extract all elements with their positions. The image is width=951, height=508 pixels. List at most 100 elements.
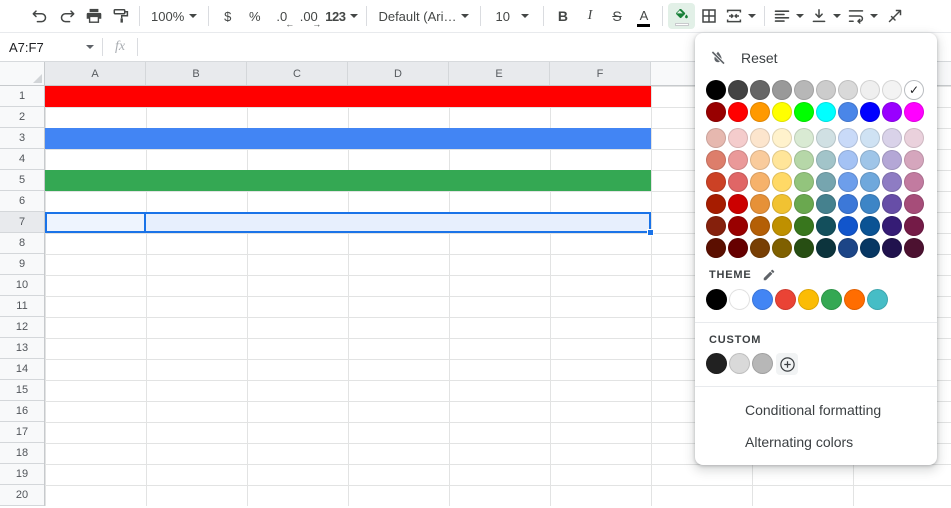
color-swatch[interactable] bbox=[728, 102, 748, 122]
color-swatch[interactable] bbox=[860, 102, 880, 122]
color-swatch[interactable] bbox=[838, 194, 858, 214]
color-swatch[interactable] bbox=[772, 128, 792, 148]
color-swatch[interactable] bbox=[882, 172, 902, 192]
column-header-E[interactable]: E bbox=[449, 62, 550, 85]
color-swatch[interactable] bbox=[706, 194, 726, 214]
row-header-13[interactable]: 13 bbox=[0, 338, 44, 359]
column-header-B[interactable]: B bbox=[146, 62, 247, 85]
column-header-C[interactable]: C bbox=[247, 62, 348, 85]
color-swatch[interactable] bbox=[860, 80, 880, 100]
color-swatch[interactable] bbox=[904, 238, 924, 258]
text-color-button[interactable]: A bbox=[630, 3, 657, 29]
selected-color-swatch[interactable]: ✓ bbox=[904, 80, 924, 100]
color-swatch[interactable] bbox=[816, 172, 836, 192]
active-cell[interactable] bbox=[45, 212, 146, 233]
zoom-control[interactable]: 100% bbox=[145, 3, 203, 29]
edit-pencil-icon[interactable] bbox=[762, 268, 776, 282]
color-swatch[interactable] bbox=[816, 216, 836, 236]
row-header-3[interactable]: 3 bbox=[0, 128, 44, 149]
color-swatch[interactable] bbox=[816, 80, 836, 100]
theme-color-swatch[interactable] bbox=[706, 289, 727, 310]
color-swatch[interactable] bbox=[860, 128, 880, 148]
row-header-12[interactable]: 12 bbox=[0, 317, 44, 338]
redo-button[interactable] bbox=[53, 3, 80, 29]
row-header-14[interactable]: 14 bbox=[0, 359, 44, 380]
color-swatch[interactable] bbox=[816, 238, 836, 258]
color-swatch[interactable] bbox=[772, 172, 792, 192]
color-swatch[interactable] bbox=[750, 128, 770, 148]
color-swatch[interactable] bbox=[772, 102, 792, 122]
color-swatch[interactable] bbox=[882, 150, 902, 170]
color-swatch[interactable] bbox=[794, 238, 814, 258]
color-swatch[interactable] bbox=[794, 150, 814, 170]
color-swatch[interactable] bbox=[794, 194, 814, 214]
color-swatch[interactable] bbox=[706, 150, 726, 170]
column-header-A[interactable]: A bbox=[45, 62, 146, 85]
color-swatch[interactable] bbox=[860, 150, 880, 170]
color-swatch[interactable] bbox=[706, 128, 726, 148]
row-header-8[interactable]: 8 bbox=[0, 233, 44, 254]
format-percent-button[interactable]: % bbox=[241, 3, 268, 29]
color-swatch[interactable] bbox=[904, 150, 924, 170]
filled-row-1[interactable] bbox=[45, 86, 651, 107]
color-swatch[interactable] bbox=[882, 216, 902, 236]
filled-row-5[interactable] bbox=[45, 170, 651, 191]
color-swatch[interactable] bbox=[882, 102, 902, 122]
row-header-17[interactable]: 17 bbox=[0, 422, 44, 443]
color-swatch[interactable] bbox=[706, 102, 726, 122]
row-header-16[interactable]: 16 bbox=[0, 401, 44, 422]
custom-color-swatch[interactable] bbox=[729, 353, 750, 374]
color-swatch[interactable] bbox=[706, 238, 726, 258]
color-swatch[interactable] bbox=[728, 172, 748, 192]
font-family-select[interactable]: Default (Ari… bbox=[372, 3, 475, 29]
borders-button[interactable] bbox=[695, 3, 722, 29]
bold-button[interactable]: B bbox=[549, 3, 576, 29]
row-header-1[interactable]: 1 bbox=[0, 86, 44, 107]
color-swatch[interactable] bbox=[904, 128, 924, 148]
row-header-6[interactable]: 6 bbox=[0, 191, 44, 212]
font-size-select[interactable]: 10 bbox=[486, 3, 538, 29]
color-swatch[interactable] bbox=[750, 172, 770, 192]
reset-button[interactable]: Reset bbox=[695, 41, 937, 75]
color-swatch[interactable] bbox=[816, 150, 836, 170]
color-swatch[interactable] bbox=[816, 194, 836, 214]
row-header-19[interactable]: 19 bbox=[0, 464, 44, 485]
color-swatch[interactable] bbox=[706, 172, 726, 192]
color-swatch[interactable] bbox=[860, 172, 880, 192]
color-swatch[interactable] bbox=[860, 216, 880, 236]
color-swatch[interactable] bbox=[772, 238, 792, 258]
color-swatch[interactable] bbox=[816, 128, 836, 148]
color-swatch[interactable] bbox=[794, 128, 814, 148]
color-swatch[interactable] bbox=[750, 216, 770, 236]
color-swatch[interactable] bbox=[794, 172, 814, 192]
color-swatch[interactable] bbox=[904, 194, 924, 214]
color-swatch[interactable] bbox=[728, 80, 748, 100]
color-swatch[interactable] bbox=[728, 150, 748, 170]
text-rotation-button[interactable] bbox=[881, 3, 908, 29]
color-swatch[interactable] bbox=[794, 80, 814, 100]
custom-color-swatch[interactable] bbox=[706, 353, 727, 374]
color-swatch[interactable] bbox=[794, 216, 814, 236]
color-swatch[interactable] bbox=[750, 102, 770, 122]
color-swatch[interactable] bbox=[728, 128, 748, 148]
color-swatch[interactable] bbox=[772, 150, 792, 170]
row-header-18[interactable]: 18 bbox=[0, 443, 44, 464]
row-header-20[interactable]: 20 bbox=[0, 485, 44, 506]
theme-color-swatch[interactable] bbox=[867, 289, 888, 310]
color-swatch[interactable] bbox=[750, 238, 770, 258]
row-header-5[interactable]: 5 bbox=[0, 170, 44, 191]
theme-color-swatch[interactable] bbox=[775, 289, 796, 310]
color-swatch[interactable] bbox=[750, 194, 770, 214]
color-swatch[interactable] bbox=[772, 80, 792, 100]
color-swatch[interactable] bbox=[838, 172, 858, 192]
row-header-11[interactable]: 11 bbox=[0, 296, 44, 317]
theme-color-swatch[interactable] bbox=[752, 289, 773, 310]
row-header-9[interactable]: 9 bbox=[0, 254, 44, 275]
theme-color-swatch[interactable] bbox=[821, 289, 842, 310]
paint-format-button[interactable] bbox=[107, 3, 134, 29]
theme-color-swatch[interactable] bbox=[798, 289, 819, 310]
strikethrough-button[interactable]: S bbox=[603, 3, 630, 29]
select-all-corner[interactable] bbox=[0, 62, 45, 86]
color-swatch[interactable] bbox=[838, 238, 858, 258]
alternating-colors-item[interactable]: Alternating colors bbox=[695, 426, 937, 458]
